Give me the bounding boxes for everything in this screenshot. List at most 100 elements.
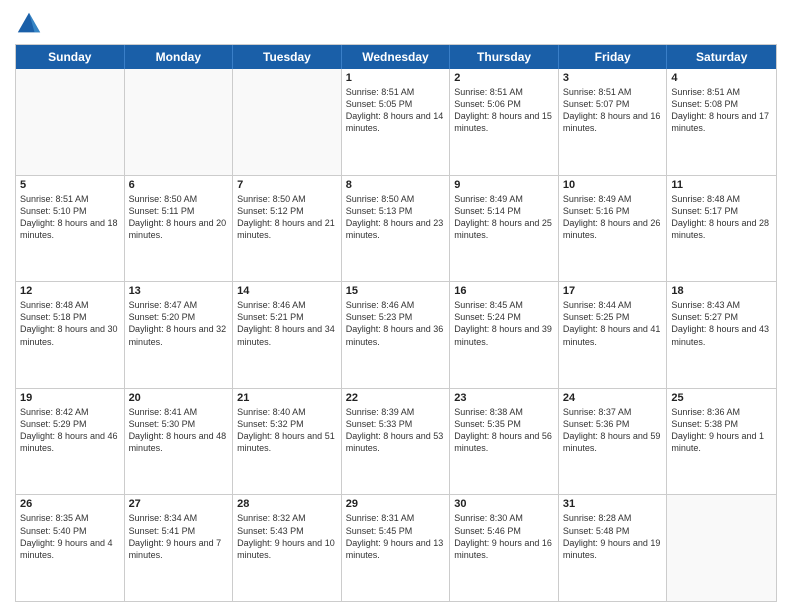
- day-number: 10: [563, 179, 663, 191]
- day-number: 11: [671, 179, 772, 191]
- day-header-monday: Monday: [125, 45, 234, 69]
- week-row: 1 Sunrise: 8:51 AM Sunset: 5:05 PM Daylig…: [16, 69, 776, 176]
- day-header-wednesday: Wednesday: [342, 45, 451, 69]
- day-cell: 15Sunrise: 8:46 AM Sunset: 5:23 PM Dayli…: [342, 282, 451, 388]
- day-info: Sunrise: 8:46 AM Sunset: 5:23 PM Dayligh…: [346, 299, 446, 348]
- calendar: SundayMondayTuesdayWednesdayThursdayFrid…: [15, 44, 777, 602]
- logo: [15, 10, 47, 38]
- day-number: 20: [129, 392, 229, 404]
- day-number: 18: [671, 285, 772, 297]
- day-number: 23: [454, 392, 554, 404]
- day-cell: 7 Sunrise: 8:50 AM Sunset: 5:12 PM Daylig…: [233, 176, 342, 282]
- day-cell: 5 Sunrise: 8:51 AM Sunset: 5:10 PM Daylig…: [16, 176, 125, 282]
- day-info: Sunrise: 8:49 AM Sunset: 5:14 PM Dayligh…: [454, 193, 554, 242]
- day-info: Sunrise: 8:50 AM Sunset: 5:13 PM Dayligh…: [346, 193, 446, 242]
- calendar-weeks: 1 Sunrise: 8:51 AM Sunset: 5:05 PM Daylig…: [16, 69, 776, 601]
- day-cell: 17 Sunrise: 8:44 AM Sunset: 5:25 PM Dayli…: [559, 282, 668, 388]
- day-number: 25: [671, 392, 772, 404]
- day-number: 1: [346, 72, 446, 84]
- day-info: Sunrise: 8:51 AM Sunset: 5:08 PM Dayligh…: [671, 86, 772, 135]
- day-info: Sunrise: 8:39 AM Sunset: 5:33 PM Dayligh…: [346, 406, 446, 455]
- day-cell: 14Sunrise: 8:46 AM Sunset: 5:21 PM Dayli…: [233, 282, 342, 388]
- day-number: 7: [237, 179, 337, 191]
- day-number: 17: [563, 285, 663, 297]
- day-headers-row: SundayMondayTuesdayWednesdayThursdayFrid…: [16, 45, 776, 69]
- day-number: 4: [671, 72, 772, 84]
- day-number: 14: [237, 285, 337, 297]
- day-info: Sunrise: 8:51 AM Sunset: 5:05 PM Dayligh…: [346, 86, 446, 135]
- day-cell: 12 Sunrise: 8:48 AM Sunset: 5:18 PM Dayli…: [16, 282, 125, 388]
- day-info: Sunrise: 8:41 AM Sunset: 5:30 PM Dayligh…: [129, 406, 229, 455]
- day-info: Sunrise: 8:48 AM Sunset: 5:18 PM Dayligh…: [20, 299, 120, 348]
- day-info: Sunrise: 8:45 AM Sunset: 5:24 PM Dayligh…: [454, 299, 554, 348]
- day-cell: 13Sunrise: 8:47 AM Sunset: 5:20 PM Dayli…: [125, 282, 234, 388]
- day-number: 16: [454, 285, 554, 297]
- day-info: Sunrise: 8:38 AM Sunset: 5:35 PM Dayligh…: [454, 406, 554, 455]
- day-cell: 18 Sunrise: 8:43 AM Sunset: 5:27 PM Dayli…: [667, 282, 776, 388]
- day-number: 6: [129, 179, 229, 191]
- day-cell: [125, 69, 234, 175]
- day-number: 24: [563, 392, 663, 404]
- day-cell: 27 Sunrise: 8:34 AM Sunset: 5:41 PM Dayli…: [125, 495, 234, 601]
- day-info: Sunrise: 8:32 AM Sunset: 5:43 PM Dayligh…: [237, 512, 337, 561]
- day-number: 3: [563, 72, 663, 84]
- day-info: Sunrise: 8:35 AM Sunset: 5:40 PM Dayligh…: [20, 512, 120, 561]
- page-header: [15, 10, 777, 38]
- day-info: Sunrise: 8:40 AM Sunset: 5:32 PM Dayligh…: [237, 406, 337, 455]
- day-number: 5: [20, 179, 120, 191]
- day-cell: 10 Sunrise: 8:49 AM Sunset: 5:16 PM Dayli…: [559, 176, 668, 282]
- day-number: 13: [129, 285, 229, 297]
- day-cell: 16 Sunrise: 8:45 AM Sunset: 5:24 PM Dayli…: [450, 282, 559, 388]
- day-number: 12: [20, 285, 120, 297]
- day-info: Sunrise: 8:49 AM Sunset: 5:16 PM Dayligh…: [563, 193, 663, 242]
- day-cell: 23 Sunrise: 8:38 AM Sunset: 5:35 PM Dayli…: [450, 389, 559, 495]
- day-info: Sunrise: 8:34 AM Sunset: 5:41 PM Dayligh…: [129, 512, 229, 561]
- week-row: 12 Sunrise: 8:48 AM Sunset: 5:18 PM Dayli…: [16, 282, 776, 389]
- day-number: 28: [237, 498, 337, 510]
- day-cell: 9Sunrise: 8:49 AM Sunset: 5:14 PM Daylig…: [450, 176, 559, 282]
- day-cell: 6 Sunrise: 8:50 AM Sunset: 5:11 PM Daylig…: [125, 176, 234, 282]
- day-info: Sunrise: 8:44 AM Sunset: 5:25 PM Dayligh…: [563, 299, 663, 348]
- day-info: Sunrise: 8:37 AM Sunset: 5:36 PM Dayligh…: [563, 406, 663, 455]
- day-cell: 3Sunrise: 8:51 AM Sunset: 5:07 PM Daylig…: [559, 69, 668, 175]
- day-number: 30: [454, 498, 554, 510]
- day-header-saturday: Saturday: [667, 45, 776, 69]
- week-row: 19 Sunrise: 8:42 AM Sunset: 5:29 PM Dayli…: [16, 389, 776, 496]
- day-info: Sunrise: 8:36 AM Sunset: 5:38 PM Dayligh…: [671, 406, 772, 455]
- week-row: 26 Sunrise: 8:35 AM Sunset: 5:40 PM Dayli…: [16, 495, 776, 601]
- day-info: Sunrise: 8:50 AM Sunset: 5:12 PM Dayligh…: [237, 193, 337, 242]
- day-header-tuesday: Tuesday: [233, 45, 342, 69]
- day-info: Sunrise: 8:31 AM Sunset: 5:45 PM Dayligh…: [346, 512, 446, 561]
- day-number: 2: [454, 72, 554, 84]
- day-cell: [233, 69, 342, 175]
- day-cell: 25 Sunrise: 8:36 AM Sunset: 5:38 PM Dayli…: [667, 389, 776, 495]
- day-info: Sunrise: 8:28 AM Sunset: 5:48 PM Dayligh…: [563, 512, 663, 561]
- day-info: Sunrise: 8:43 AM Sunset: 5:27 PM Dayligh…: [671, 299, 772, 348]
- day-info: Sunrise: 8:51 AM Sunset: 5:06 PM Dayligh…: [454, 86, 554, 135]
- day-cell: 1 Sunrise: 8:51 AM Sunset: 5:05 PM Daylig…: [342, 69, 451, 175]
- day-cell: 11 Sunrise: 8:48 AM Sunset: 5:17 PM Dayli…: [667, 176, 776, 282]
- day-number: 26: [20, 498, 120, 510]
- day-cell: 26 Sunrise: 8:35 AM Sunset: 5:40 PM Dayli…: [16, 495, 125, 601]
- day-header-thursday: Thursday: [450, 45, 559, 69]
- day-cell: [16, 69, 125, 175]
- day-number: 22: [346, 392, 446, 404]
- logo-icon: [15, 10, 43, 38]
- day-info: Sunrise: 8:51 AM Sunset: 5:10 PM Dayligh…: [20, 193, 120, 242]
- day-info: Sunrise: 8:50 AM Sunset: 5:11 PM Dayligh…: [129, 193, 229, 242]
- day-header-friday: Friday: [559, 45, 668, 69]
- day-number: 29: [346, 498, 446, 510]
- day-cell: 8 Sunrise: 8:50 AM Sunset: 5:13 PM Daylig…: [342, 176, 451, 282]
- day-number: 19: [20, 392, 120, 404]
- day-cell: [667, 495, 776, 601]
- day-info: Sunrise: 8:48 AM Sunset: 5:17 PM Dayligh…: [671, 193, 772, 242]
- day-number: 27: [129, 498, 229, 510]
- day-number: 8: [346, 179, 446, 191]
- day-info: Sunrise: 8:42 AM Sunset: 5:29 PM Dayligh…: [20, 406, 120, 455]
- day-cell: 22 Sunrise: 8:39 AM Sunset: 5:33 PM Dayli…: [342, 389, 451, 495]
- day-cell: 2 Sunrise: 8:51 AM Sunset: 5:06 PM Daylig…: [450, 69, 559, 175]
- day-number: 21: [237, 392, 337, 404]
- day-cell: 29 Sunrise: 8:31 AM Sunset: 5:45 PM Dayli…: [342, 495, 451, 601]
- day-cell: 21 Sunrise: 8:40 AM Sunset: 5:32 PM Dayli…: [233, 389, 342, 495]
- week-row: 5 Sunrise: 8:51 AM Sunset: 5:10 PM Daylig…: [16, 176, 776, 283]
